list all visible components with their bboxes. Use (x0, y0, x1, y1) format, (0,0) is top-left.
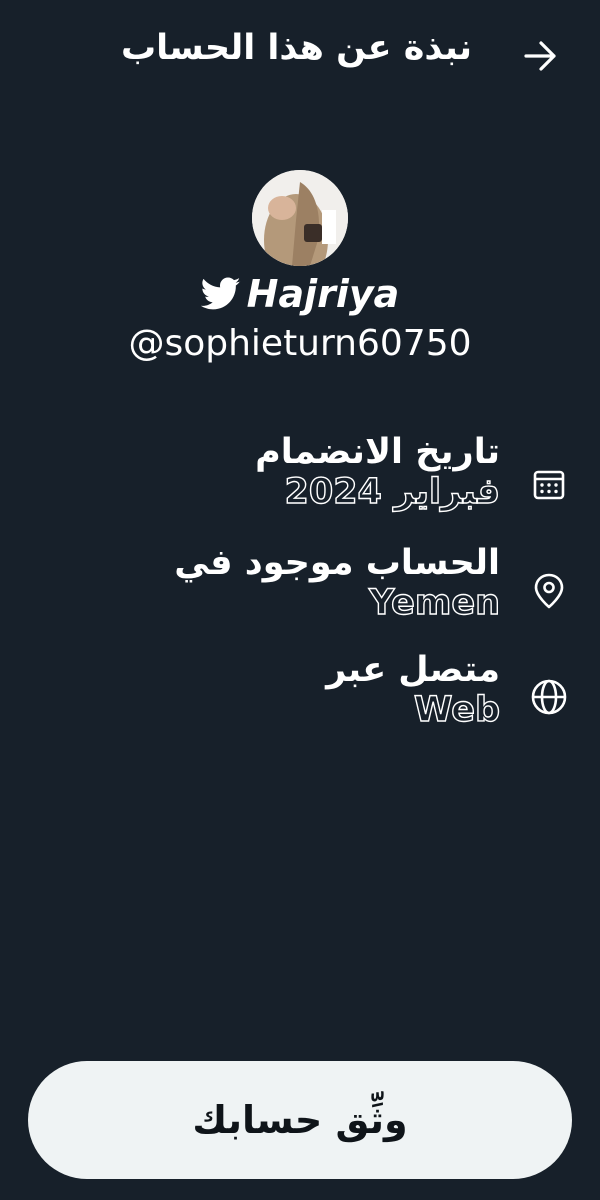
info-joined: تاريخ الانضمام فبراير 2024 (100, 432, 501, 513)
back-button[interactable] (518, 34, 562, 78)
header: نبذة عن هذا الحساب (0, 0, 600, 112)
info-connected: متصل عبر Web (100, 650, 501, 731)
avatar[interactable] (252, 170, 348, 266)
profile-name: Hajriya (246, 272, 400, 316)
calendar-icon (533, 470, 565, 500)
info-location-label: الحساب موجود في (174, 543, 500, 583)
twitter-bird-icon (200, 277, 241, 310)
location-pin-icon (534, 573, 564, 609)
profile-handle: @sophieturn60750 (128, 323, 472, 364)
info-connected-value: Web (413, 690, 501, 731)
globe-icon (531, 679, 567, 715)
arrow-right-icon (524, 41, 556, 71)
info-connected-label: متصل عبر (326, 650, 500, 690)
verify-account-button[interactable]: وثِّق حسابك (28, 1061, 572, 1179)
calendar-icon-wrap (530, 465, 568, 503)
profile-photo (252, 170, 348, 266)
profile-name-row: Hajriya (0, 272, 600, 316)
info-joined-label: تاريخ الانضمام (255, 432, 500, 472)
info-location-value: Yemen (368, 583, 500, 624)
verify-account-label: وثِّق حسابك (192, 1098, 408, 1142)
page-title: نبذة عن هذا الحساب (120, 28, 472, 68)
globe-icon-wrap (530, 678, 568, 716)
info-location: الحساب موجود في Yemen (100, 543, 500, 624)
info-joined-value: فبراير 2024 (284, 472, 501, 513)
location-pin-icon-wrap (530, 572, 568, 610)
